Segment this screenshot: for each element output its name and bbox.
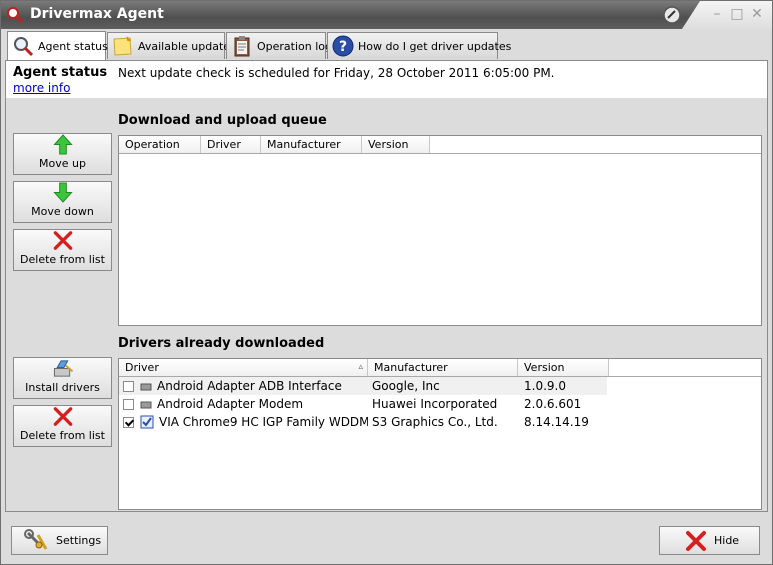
- maximize-icon[interactable]: □: [729, 6, 745, 22]
- svg-text:?: ?: [339, 39, 347, 55]
- sort-icon: ▵: [358, 362, 363, 372]
- move-down-button[interactable]: Move down: [13, 181, 112, 223]
- column-operation[interactable]: Operation: [119, 136, 201, 153]
- downloaded-list-header: Driver ▵ Manufacturer Version: [119, 359, 761, 377]
- table-row[interactable]: VIA Chrome9 HC IGP Family WDDM S3 Graphi…: [119, 413, 761, 431]
- tab-label: Agent status: [38, 39, 108, 53]
- device-icon: [140, 401, 152, 408]
- device-icon: [140, 383, 152, 390]
- app-icon: [7, 7, 24, 24]
- move-up-label: Move up: [39, 157, 86, 170]
- version: 8.14.14.19: [524, 415, 589, 429]
- row-checkbox[interactable]: [123, 381, 134, 392]
- minimize-icon[interactable]: –: [709, 6, 725, 22]
- move-up-button[interactable]: Move up: [13, 133, 112, 175]
- downloaded-delete-button[interactable]: Delete from list: [13, 405, 112, 447]
- status-heading: Agent status: [13, 65, 108, 80]
- downloaded-list[interactable]: Driver ▵ Manufacturer Version Android Ad…: [118, 358, 762, 510]
- skin-icon[interactable]: [663, 6, 681, 24]
- hide-label: Hide: [714, 534, 740, 547]
- queue-list[interactable]: Operation Driver Manufacturer Version: [118, 135, 762, 326]
- tab-label: Available updates: [138, 39, 236, 53]
- delete-label: Delete from list: [20, 253, 105, 266]
- clipboard-icon: [234, 36, 250, 57]
- column-driver-label: Driver: [125, 361, 159, 374]
- version: 1.0.9.0: [524, 379, 566, 393]
- downloaded-title: Drivers already downloaded: [118, 336, 325, 351]
- tab-label: How do I get driver updates: [358, 39, 512, 53]
- queue-delete-button[interactable]: Delete from list: [13, 229, 112, 271]
- window-title: Drivermax Agent: [30, 6, 164, 22]
- version: 2.0.6.601: [524, 397, 582, 411]
- column-driver[interactable]: Driver: [201, 136, 261, 153]
- hide-x-icon: [686, 530, 706, 551]
- arrow-up-icon: [52, 134, 73, 155]
- manufacturer: Huawei Incorporated: [372, 397, 498, 411]
- magnifier-icon: [14, 37, 34, 57]
- install-drivers-label: Install drivers: [25, 381, 100, 394]
- tab-agent-status[interactable]: Agent status: [7, 31, 108, 60]
- manufacturer: S3 Graphics Co., Ltd.: [372, 415, 498, 429]
- column-manufacturer[interactable]: Manufacturer: [368, 359, 518, 376]
- agent-status-panel: Agent status more info Next update check…: [5, 60, 768, 512]
- row-checkbox[interactable]: [123, 399, 134, 410]
- checked-driver-icon: [140, 415, 154, 429]
- column-manufacturer[interactable]: Manufacturer: [261, 136, 362, 153]
- delete-x-icon: [53, 407, 72, 426]
- driver-name: Android Adapter ADB Interface: [157, 379, 342, 393]
- install-drivers-button[interactable]: Install drivers: [13, 357, 112, 399]
- tab-label: Operation log: [257, 39, 333, 53]
- delete-label: Delete from list: [20, 429, 105, 442]
- wrench-icon: [24, 528, 48, 550]
- arrow-down-icon: [52, 182, 73, 203]
- close-icon[interactable]: ✕: [749, 6, 765, 22]
- schedule-text: Next update check is scheduled for Frida…: [118, 66, 555, 80]
- column-driver[interactable]: Driver ▵: [119, 359, 368, 376]
- table-row[interactable]: Android Adapter Modem Huawei Incorporate…: [119, 395, 761, 413]
- tab-operation-log[interactable]: Operation log: [226, 32, 332, 59]
- app-window: Drivermax Agent – □ ✕ Agent status Avail…: [0, 0, 773, 565]
- help-icon: ?: [332, 35, 354, 57]
- driver-name: VIA Chrome9 HC IGP Family WDDM: [159, 414, 368, 429]
- settings-button[interactable]: Settings: [11, 526, 108, 555]
- title-bar[interactable]: Drivermax Agent – □ ✕: [1, 1, 772, 29]
- move-down-label: Move down: [31, 205, 94, 218]
- settings-label: Settings: [56, 534, 102, 547]
- queue-title: Download and upload queue: [118, 113, 327, 128]
- tab-strip: Agent status Available updates Operation…: [1, 29, 772, 61]
- queue-list-header: Operation Driver Manufacturer Version: [119, 136, 761, 154]
- tab-how-do-i-get-driver-updates[interactable]: ? How do I get driver updates: [327, 32, 511, 59]
- row-checkbox[interactable]: [123, 416, 134, 428]
- table-row[interactable]: Android Adapter ADB Interface Google, In…: [119, 377, 607, 395]
- hide-button[interactable]: Hide: [659, 526, 760, 555]
- more-info-link[interactable]: more info: [13, 81, 70, 95]
- tab-available-updates[interactable]: Available updates: [107, 32, 236, 59]
- column-version[interactable]: Version: [362, 136, 430, 153]
- delete-x-icon: [53, 231, 72, 250]
- driver-name: Android Adapter Modem: [157, 397, 304, 411]
- sticky-note-icon: [113, 36, 132, 56]
- manufacturer: Google, Inc: [372, 379, 440, 393]
- install-icon: [53, 360, 73, 377]
- column-version[interactable]: Version: [518, 359, 609, 376]
